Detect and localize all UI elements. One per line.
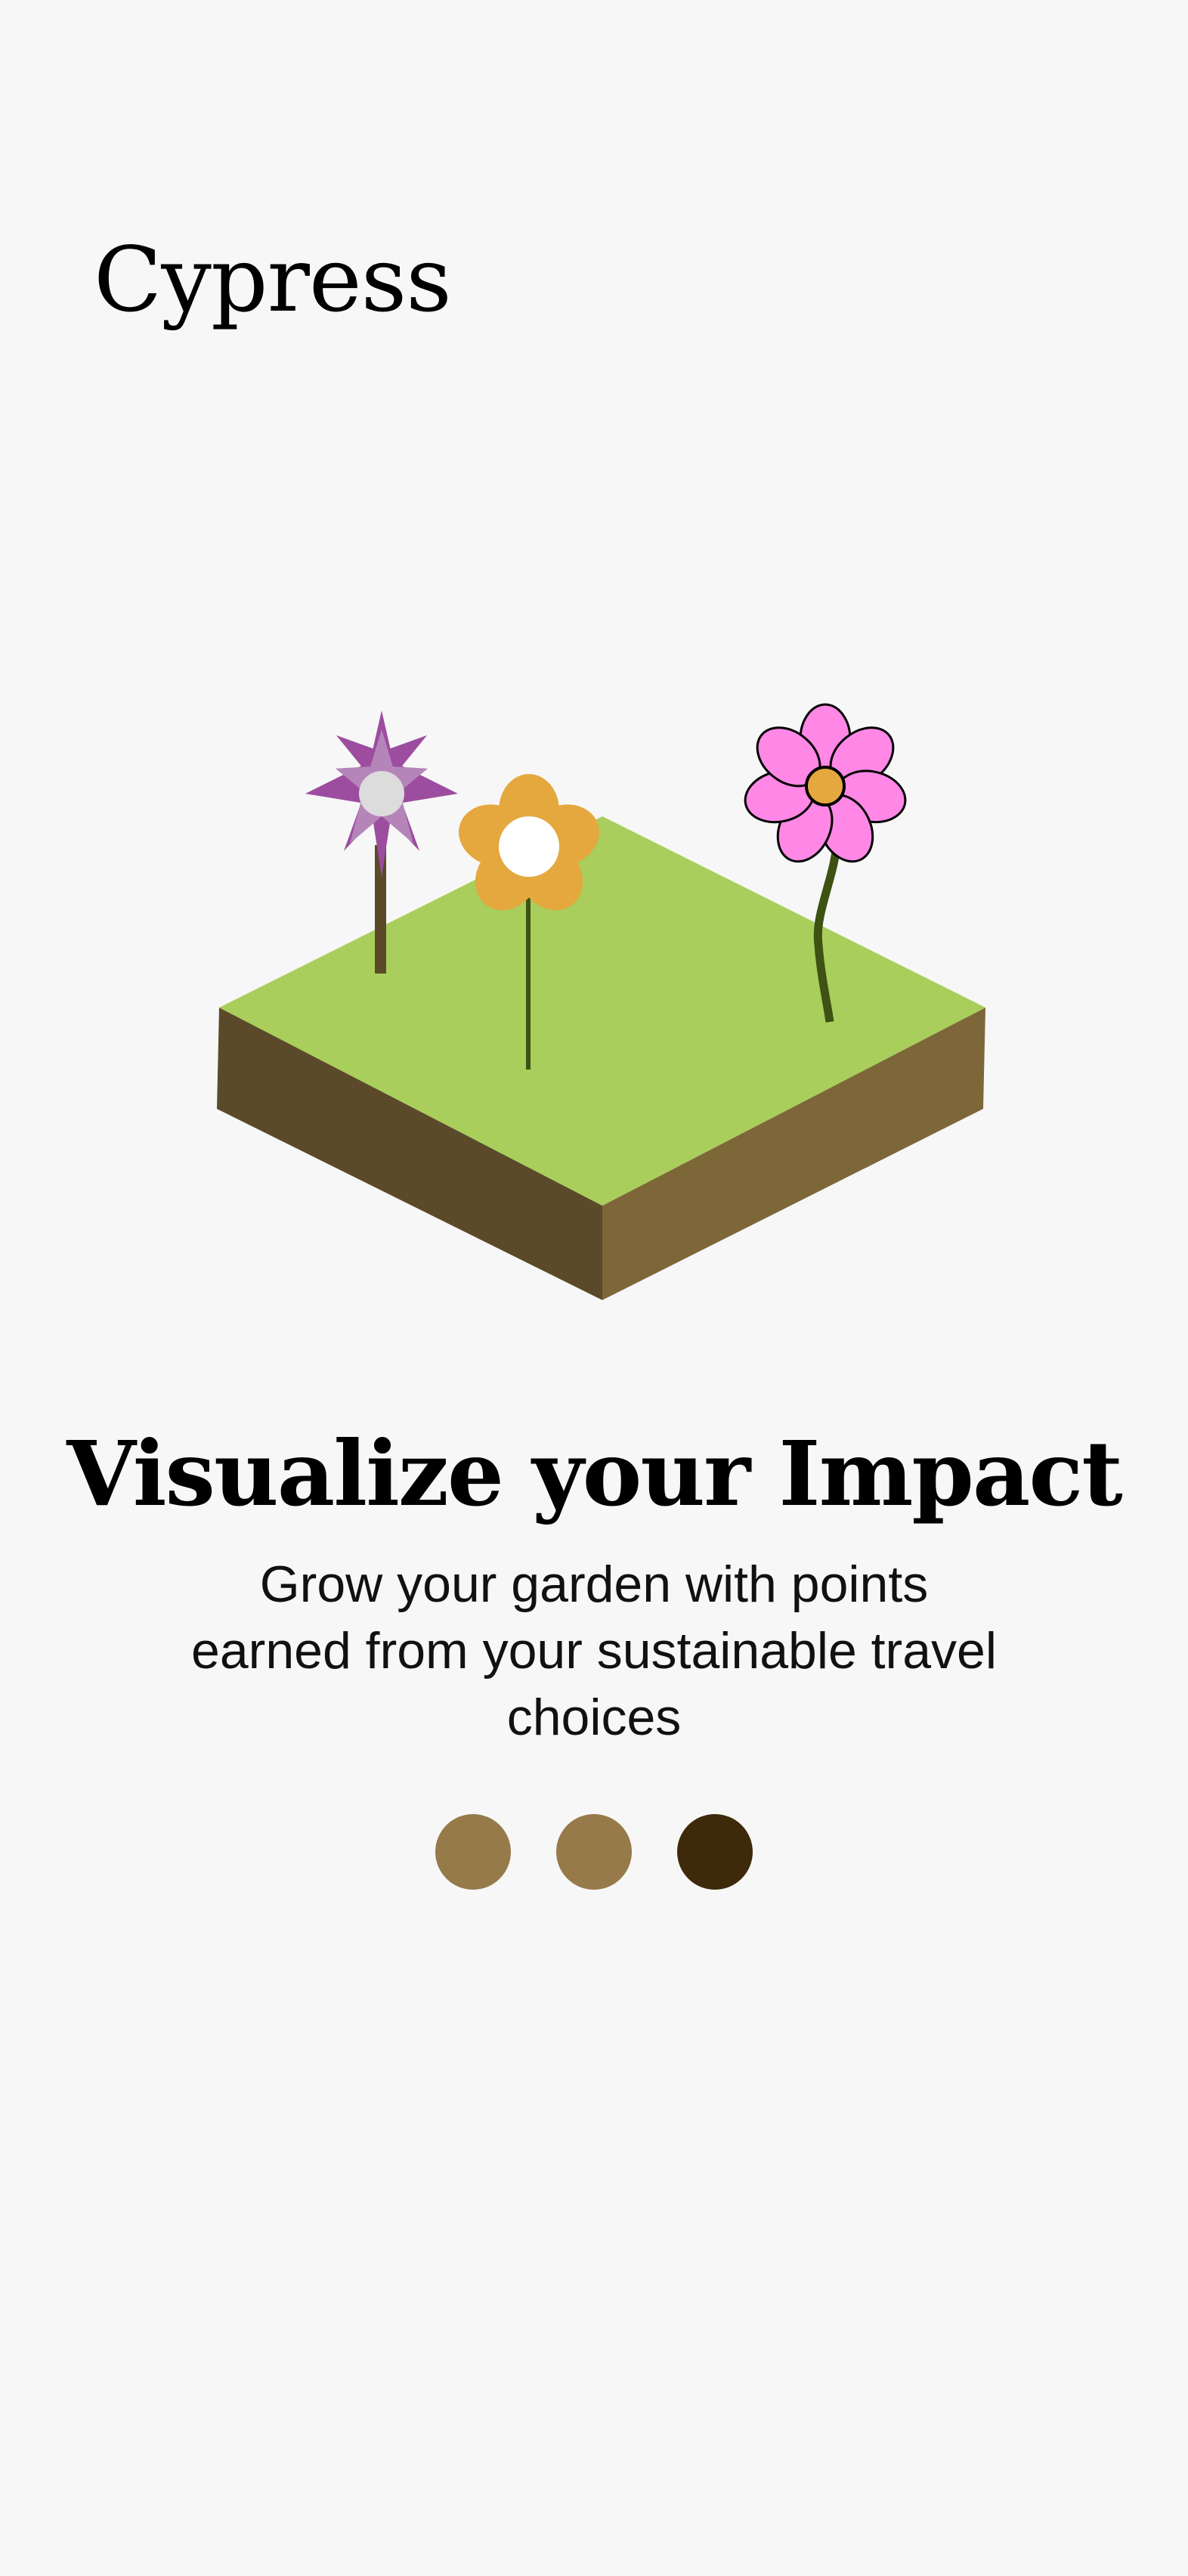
- garden-island: [217, 816, 985, 1300]
- onboarding-headline: Visualize your Impact: [67, 1421, 1123, 1526]
- app-title: Cypress: [94, 228, 452, 332]
- pagination-dots: [0, 1814, 1188, 1890]
- pagination-dot-3[interactable]: [677, 1814, 753, 1890]
- onboarding-description: Grow your garden with points earned from…: [191, 1556, 997, 1746]
- pagination-dot-1[interactable]: [435, 1814, 511, 1890]
- pagination-dot-2[interactable]: [556, 1814, 632, 1890]
- garden-illustration: [217, 703, 985, 1300]
